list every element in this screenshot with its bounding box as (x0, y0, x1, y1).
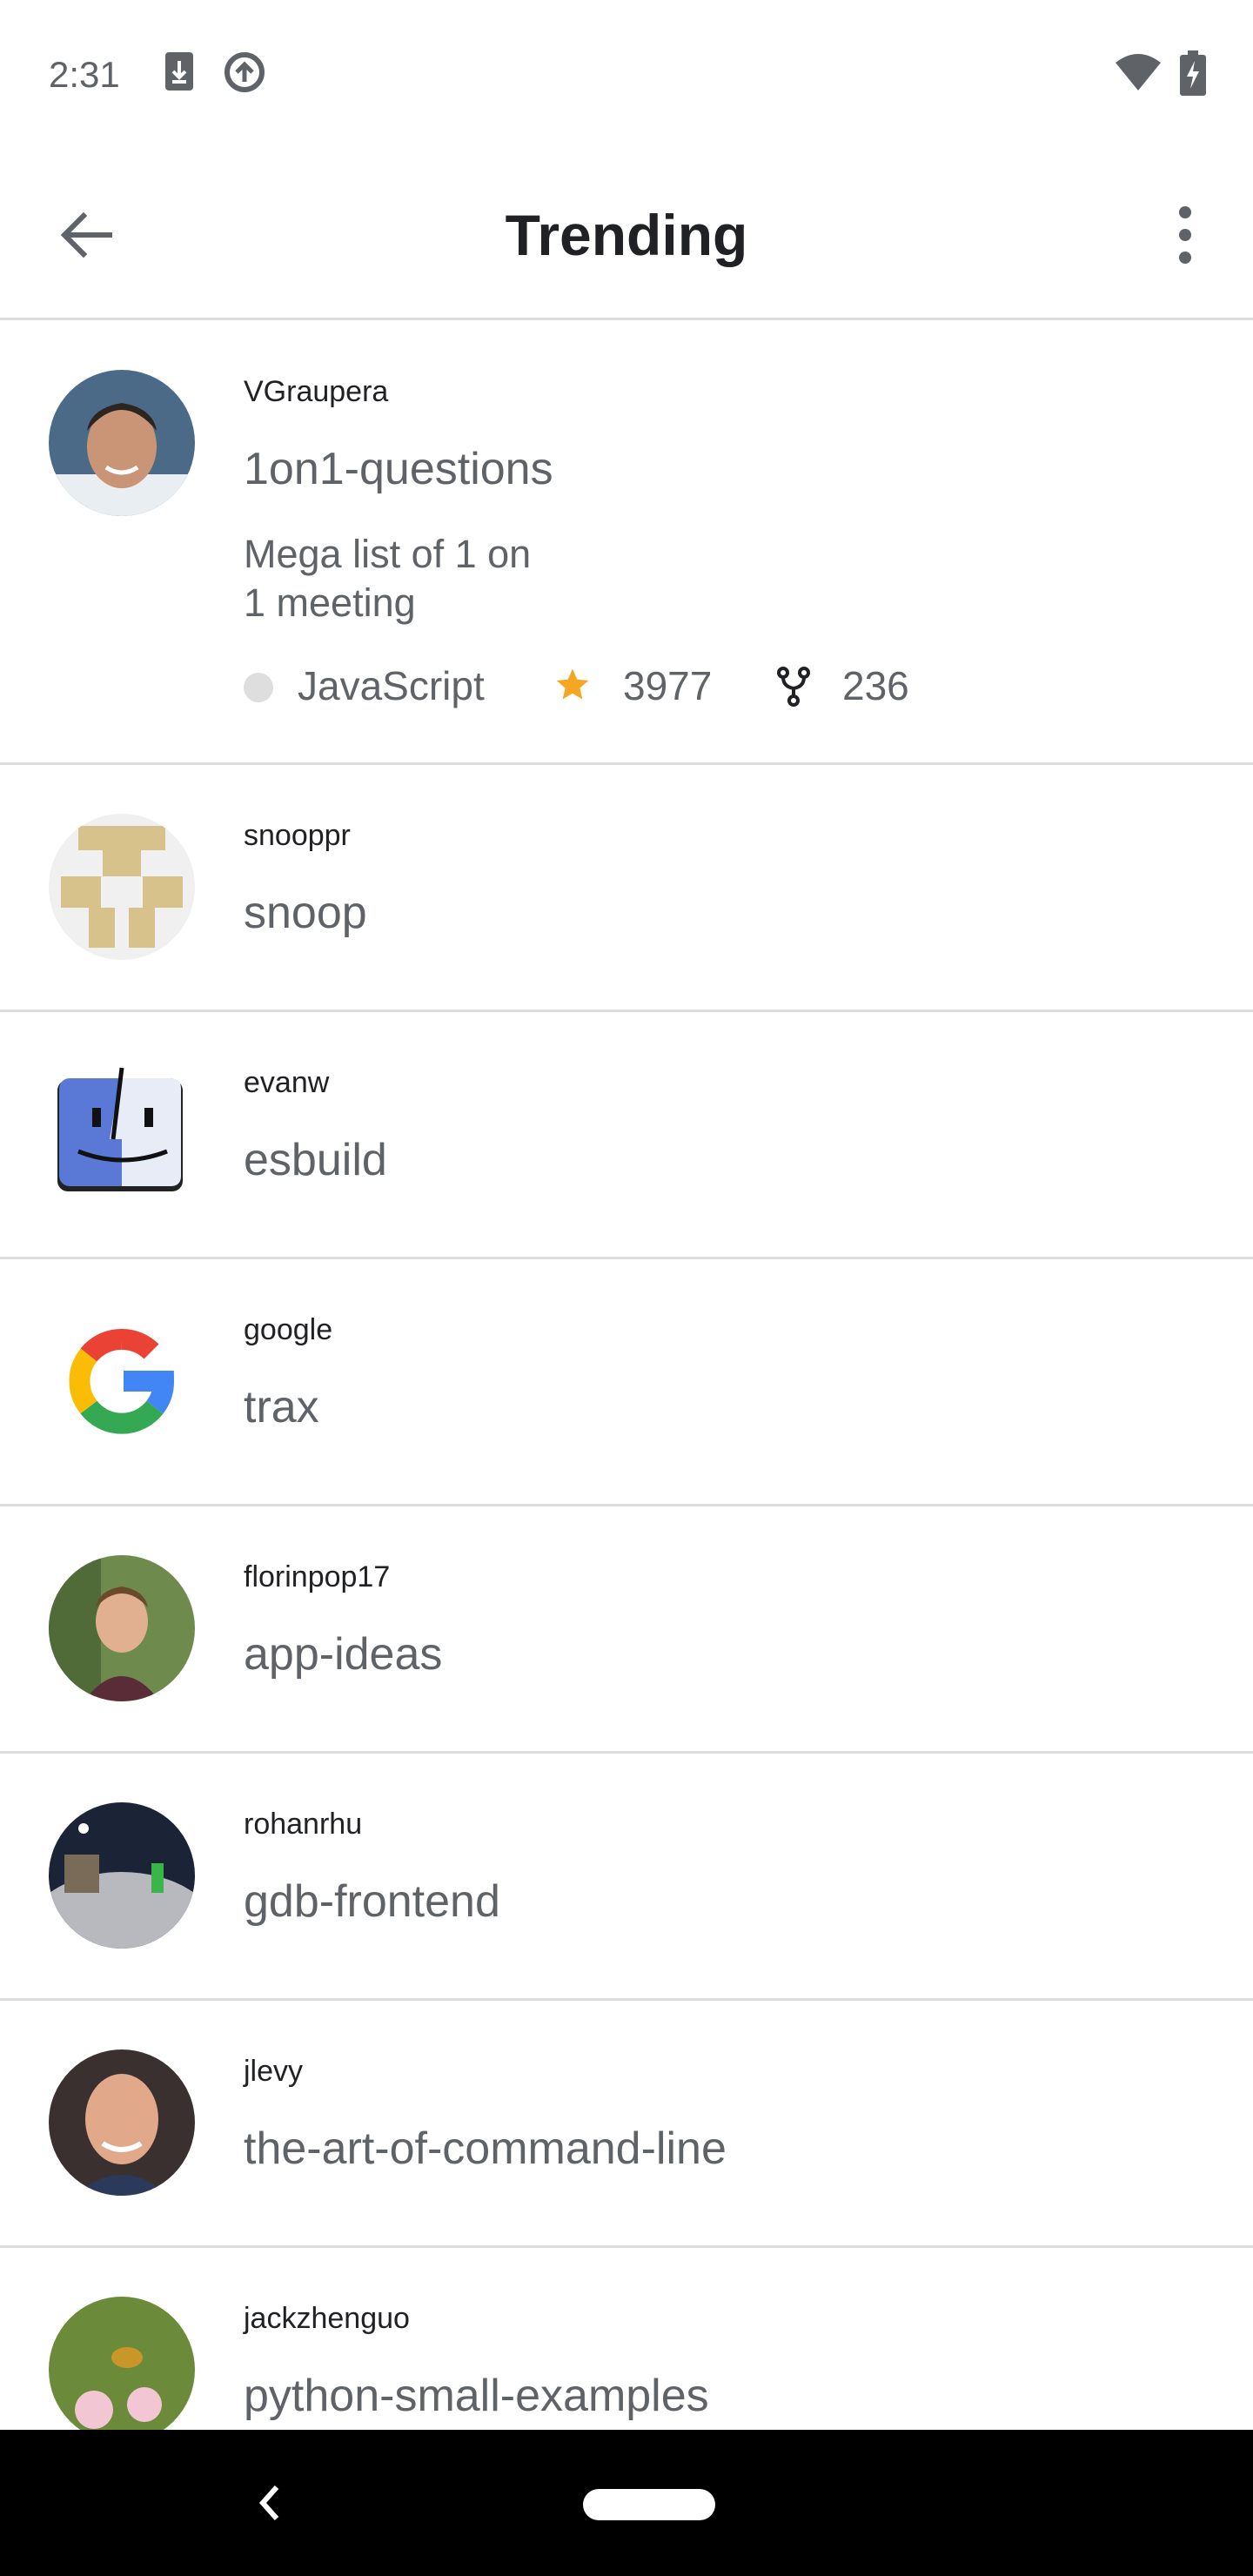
repo-owner: VGraupera (244, 375, 389, 408)
star-icon (553, 666, 592, 714)
status-time: 2:31 (49, 54, 120, 95)
trending-list: VGraupera 1on1-questions Mega list of 1 … (0, 321, 1253, 2495)
avatar (49, 1308, 195, 1454)
repo-name: snoop (244, 888, 367, 938)
screen: 2:31 Trending VGraupera 1on1-questions M… (0, 0, 1253, 2576)
navigation-bar (0, 2430, 1253, 2576)
repo-name: 1on1-questions (244, 444, 553, 494)
list-item[interactable]: evanw esbuild (0, 1012, 1253, 1259)
download-icon (164, 50, 195, 97)
avatar (49, 370, 195, 516)
more-vert-icon (1157, 206, 1213, 273)
avatar (49, 2049, 195, 2196)
repo-name: gdb-frontend (244, 1876, 500, 1927)
nav-back-icon[interactable] (252, 2479, 287, 2532)
avatar (49, 814, 195, 960)
repo-meta: JavaScript 3977 236 (244, 662, 1114, 714)
repo-owner: rohanrhu (244, 1808, 363, 1841)
page-title: Trending (505, 203, 748, 267)
do-not-disturb-icon (223, 50, 266, 98)
repo-owner: evanw (244, 1066, 330, 1099)
avatar (49, 1555, 195, 1701)
more-options-button[interactable] (1157, 200, 1213, 270)
star-count: 3977 (623, 663, 713, 708)
home-pill-icon[interactable] (583, 2489, 715, 2520)
status-bar: 2:31 (0, 0, 1253, 148)
repo-description: Mega list of 1 on 1 meeting (244, 530, 679, 627)
list-item[interactable]: google trax (0, 1259, 1253, 1506)
list-item[interactable]: jlevy the-art-of-command-line (0, 2001, 1253, 2248)
fork-count: 236 (842, 663, 909, 708)
repo-name: the-art-of-command-line (244, 2123, 727, 2174)
list-item[interactable]: rohanrhu gdb-frontend (0, 1754, 1253, 2001)
avatar (49, 1802, 195, 1949)
repo-language: JavaScript (298, 663, 485, 708)
repo-owner: florinpop17 (244, 1560, 391, 1593)
avatar (49, 1061, 195, 1207)
language-color-dot (244, 673, 273, 702)
repo-owner: jlevy (244, 2055, 304, 2088)
repo-name: trax (244, 1382, 319, 1432)
repo-owner: snooppr (244, 819, 351, 852)
list-item[interactable]: VGraupera 1on1-questions Mega list of 1 … (0, 321, 1253, 765)
repo-owner: google (244, 1313, 333, 1346)
avatar (49, 2297, 195, 2443)
repo-description-line: Mega list of 1 on (244, 532, 532, 576)
app-bar: Trending (0, 148, 1253, 320)
wifi-icon (1114, 52, 1163, 97)
repo-name: app-ideas (244, 1629, 443, 1680)
list-item[interactable]: snooppr snoop (0, 765, 1253, 1012)
list-item[interactable]: florinpop17 app-ideas (0, 1506, 1253, 1754)
repo-description-line: 1 meeting (244, 580, 416, 625)
battery-charging-icon (1180, 50, 1206, 100)
repo-name: python-small-examples (244, 2371, 709, 2421)
repo-name: esbuild (244, 1135, 387, 1185)
repo-owner: jackzhenguo (244, 2302, 410, 2335)
fork-icon (774, 666, 813, 717)
